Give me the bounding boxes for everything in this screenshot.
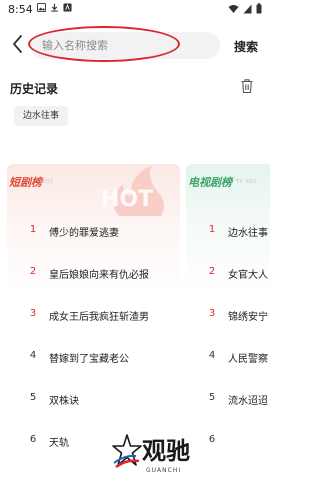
search-button[interactable]: 搜索 bbox=[234, 38, 258, 55]
rank-title: 锦绣安宁 bbox=[228, 312, 268, 323]
screen: 8:54 搜索 历史记录 边水往事 HOT 短剧榜 bbox=[0, 0, 270, 480]
tv-drama-title: 电视剧榜 bbox=[188, 176, 232, 189]
gallery-icon bbox=[37, 3, 46, 12]
watermark-name: 观驰 bbox=[142, 437, 190, 465]
tv-drama-item[interactable]: 4 人民警察 bbox=[186, 348, 270, 366]
star-logo-icon bbox=[112, 434, 142, 469]
short-drama-item[interactable]: 1 傅少的罪爱逃妻 bbox=[7, 222, 180, 240]
rank-number: 2 bbox=[29, 266, 37, 277]
rank-number: 4 bbox=[208, 350, 216, 361]
short-drama-item[interactable]: 5 双株诀 bbox=[7, 390, 180, 408]
rank-number: 3 bbox=[208, 308, 216, 319]
flame-hot-icon: HOT bbox=[101, 166, 164, 216]
rank-number: 2 bbox=[208, 266, 216, 277]
tv-drama-item[interactable]: 1 边水往事 bbox=[186, 222, 270, 240]
rank-title: 边水往事 bbox=[228, 228, 268, 239]
rank-title: 天轨 bbox=[49, 438, 69, 449]
watermark-sub: GUANCHI bbox=[146, 467, 182, 474]
rank-title: 双株诀 bbox=[49, 396, 79, 407]
trash-icon[interactable] bbox=[240, 78, 254, 94]
short-drama-subtitle: HOT bbox=[41, 179, 54, 185]
battery-icon bbox=[256, 3, 262, 14]
short-drama-title: 短剧榜 bbox=[9, 176, 42, 189]
rank-number: 3 bbox=[29, 308, 37, 319]
signal-icon bbox=[243, 4, 252, 13]
status-icons-left bbox=[37, 3, 72, 12]
history-title: 历史记录 bbox=[10, 82, 59, 96]
download-icon bbox=[51, 3, 58, 12]
rank-number: 1 bbox=[29, 224, 37, 235]
rank-title: 成女王后我疯狂斩渣男 bbox=[49, 312, 149, 323]
tv-drama-item[interactable]: 3 锦绣安宁 bbox=[186, 306, 270, 324]
status-time: 8:54 bbox=[8, 3, 33, 16]
app-notification-icon bbox=[63, 3, 72, 12]
short-drama-item[interactable]: 3 成女王后我疯狂斩渣男 bbox=[7, 306, 180, 324]
header: 搜索 bbox=[0, 22, 270, 66]
tv-drama-item[interactable]: 5 流水迢迢 bbox=[186, 390, 270, 408]
rank-number: 4 bbox=[29, 350, 37, 361]
watermark-logo: 观驰 GUANCHI bbox=[112, 433, 232, 480]
svg-text:HOT: HOT bbox=[101, 187, 153, 212]
wifi-icon bbox=[228, 4, 239, 13]
search-input[interactable] bbox=[42, 32, 212, 59]
tv-drama-item[interactable]: 2 女官大人 bbox=[186, 264, 270, 282]
rank-title: 傅少的罪爱逃妻 bbox=[49, 228, 119, 239]
short-drama-item[interactable]: 2 皇后娘娘向来有仇必报 bbox=[7, 264, 180, 282]
rank-number: 5 bbox=[29, 392, 37, 403]
rank-title: 替嫁到了宝藏老公 bbox=[49, 354, 129, 365]
back-arrow-icon[interactable] bbox=[8, 32, 28, 56]
history-tag[interactable]: 边水往事 bbox=[14, 106, 69, 126]
rank-title: 皇后娘娘向来有仇必报 bbox=[49, 270, 149, 281]
rank-number: 1 bbox=[208, 224, 216, 235]
status-icons-right bbox=[228, 3, 262, 14]
rank-title: 流水迢迢 bbox=[228, 396, 268, 407]
rank-title: 女官大人 bbox=[228, 270, 268, 281]
rank-number: 5 bbox=[208, 392, 216, 403]
tv-drama-subtitle: TV SER bbox=[236, 179, 257, 185]
rank-number: 6 bbox=[29, 434, 37, 445]
status-bar: 8:54 bbox=[0, 0, 270, 20]
search-box[interactable] bbox=[30, 32, 220, 59]
rank-title: 人民警察 bbox=[228, 354, 268, 365]
short-drama-item[interactable]: 4 替嫁到了宝藏老公 bbox=[7, 348, 180, 366]
